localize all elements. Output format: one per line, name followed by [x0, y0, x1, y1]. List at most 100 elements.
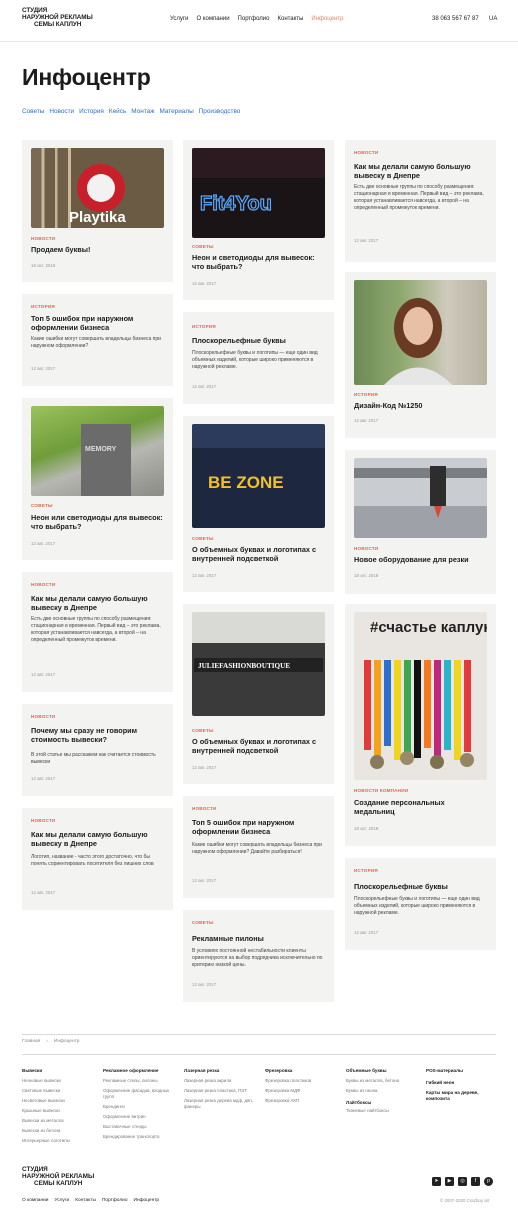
footer-nav-infocenter[interactable]: Инфоцентр [134, 1198, 160, 1203]
tab-advice[interactable]: Советы [22, 108, 44, 115]
footer-link[interactable]: Фрезеровка пластиков [265, 1076, 311, 1086]
footer-divider [22, 1034, 496, 1035]
article-card[interactable]: ИСТОРИЯ Топ 5 ошибок при наружном оформл… [22, 294, 173, 386]
footer-link[interactable]: Световые вывески [22, 1086, 70, 1096]
card-title: Новое оборудование для резки [354, 555, 469, 564]
footer-link[interactable]: Оформление фасадов, входных групп [103, 1086, 177, 1102]
footer-nav-about[interactable]: О компании [22, 1198, 48, 1203]
tab-production[interactable]: Производство [199, 108, 241, 115]
nav-infocenter[interactable]: Инфоцентр [311, 16, 343, 22]
footer-logo[interactable]: СТУДИЯ НАРУЖНОЙ РЕКЛАМЫ СЕМЫ КАПЛУН [22, 1166, 94, 1187]
nav-services[interactable]: Услуги [170, 16, 188, 22]
card-tag: СОВЕТЫ [192, 536, 214, 541]
footer-link[interactable]: Вывески из металла [22, 1116, 70, 1126]
card-date: 12 авг. 2017 [192, 573, 217, 578]
article-card[interactable]: MEMORY СОВЕТЫ Неон или светодиоды для вы… [22, 398, 173, 560]
article-card[interactable]: BE ZONE СОВЕТЫ О объемных буквах и логот… [183, 416, 334, 592]
breadcrumb-current: Инфоцентр [53, 1039, 80, 1044]
instagram-icon[interactable]: ◎ [458, 1177, 467, 1186]
card-title: Плоскорельефные буквы [192, 336, 286, 345]
footer-column-milling: Фрезеровка Фрезеровка пластиков Фрезеров… [265, 1066, 311, 1106]
footer-link[interactable]: Фрезеровка МДФ [265, 1086, 311, 1096]
page-root: СТУДИЯ НАРУЖНОЙ РЕКЛАМЫ СЕМЫ КАПЛУН Услу… [0, 0, 518, 1216]
footer-link[interactable]: Брендинги [103, 1102, 177, 1112]
nav-about[interactable]: О компании [196, 16, 229, 22]
footer-column-heading[interactable]: Вывески [22, 1066, 70, 1076]
footer-link[interactable]: Лазерная резка акрила [184, 1076, 256, 1086]
article-card[interactable]: #счастье каплунов НОВОСТИ КОМПАНИИ Созда… [345, 604, 496, 846]
card-tag: НОВОСТИ [31, 714, 56, 719]
nav-contacts[interactable]: Контакты [277, 16, 303, 22]
tab-installation[interactable]: Монтаж [131, 108, 154, 115]
article-card[interactable]: НОВОСТИ Новое оборудование для резки 18 … [345, 450, 496, 594]
footer-nav: О компании Услуги Контакты Портфолио Инф… [22, 1198, 159, 1203]
article-card[interactable]: Playtika НОВОСТИ Продаем буквы! 18 окт. … [22, 140, 173, 282]
footer-column-pos: POS-материалы Гибкий неон Карты мира на … [426, 1066, 498, 1102]
footer-column-heading[interactable]: Лазерная резка [184, 1066, 256, 1076]
footer-link[interactable]: Неоновые вывески [22, 1076, 70, 1086]
footer-nav-portfolio[interactable]: Портфолио [102, 1198, 128, 1203]
footer-column-heading[interactable]: Объемные буквы [346, 1066, 399, 1076]
card-title: Как мы делали самую большую вывеску в Дн… [31, 594, 148, 612]
card-photo [354, 458, 487, 538]
article-card[interactable]: JULIEFASHIONBOUTIQUE СОВЕТЫ О объемных б… [183, 604, 334, 784]
facebook-icon[interactable]: f [471, 1177, 480, 1186]
nav-portfolio[interactable]: Портфолио [238, 16, 270, 22]
pinterest-icon[interactable]: p [484, 1177, 493, 1186]
footer-link[interactable]: Буквы из металла, бетона [346, 1076, 399, 1086]
article-card[interactable]: ИСТОРИЯ Плоскорельефные буквы Плоскорель… [345, 858, 496, 950]
article-card[interactable]: НОВОСТИ Почему мы сразу не говорим стоим… [22, 704, 173, 796]
card-date: 12 авг. 2017 [31, 890, 56, 895]
footer-link[interactable]: Лазерная резка пластика, ПЭТ [184, 1086, 256, 1096]
article-card[interactable]: Fit4You СОВЕТЫ Неон и светодиоды для выв… [183, 140, 334, 300]
footer-link[interactable]: Фрезеровка АКП [265, 1096, 311, 1106]
card-tag: ИСТОРИЯ [31, 304, 55, 309]
footer-link[interactable]: Вывески из бетона [22, 1126, 70, 1136]
footer-column-heading[interactable]: Фрезеровка [265, 1066, 311, 1076]
cutting-machine-image [354, 466, 487, 538]
footer-link[interactable]: Брендирование транспорта [103, 1132, 177, 1142]
article-card[interactable]: НОВОСТИ Как мы делали самую большую выве… [22, 808, 173, 910]
card-date: 12 авг. 2017 [192, 281, 217, 286]
footer-column-ad-design: Рекламное оформление Рекламные стелы, пи… [103, 1066, 177, 1142]
telegram-icon[interactable]: ➤ [432, 1177, 441, 1186]
card-tag: НОВОСТИ [192, 806, 217, 811]
article-card[interactable]: НОВОСТИ Как мы делали самую большую выве… [22, 572, 173, 692]
phone-number[interactable]: 38 063 567 67 87 [432, 16, 479, 22]
article-card[interactable]: СОВЕТЫ Рекламные пилоны В условиях посто… [183, 910, 334, 1002]
language-switch[interactable]: UA [489, 16, 497, 22]
article-card[interactable]: ИСТОРИЯ Дизайн-Код №1250 12 авг. 2017 [345, 272, 496, 438]
tab-materials[interactable]: Материалы [159, 108, 193, 115]
footer-link[interactable]: Тканевые лайтбоксы [346, 1106, 399, 1116]
site-logo[interactable]: СТУДИЯ НАРУЖНОЙ РЕКЛАМЫ СЕМЫ КАПЛУН [22, 7, 93, 28]
footer-link[interactable]: Интерьерные логотипы [22, 1136, 70, 1146]
card-tag: НОВОСТИ [31, 236, 56, 241]
card-title: Топ 5 ошибок при наружном оформлении биз… [192, 818, 295, 836]
card-tag: СОВЕТЫ [192, 728, 214, 733]
footer-link[interactable]: Гибкий неон [426, 1080, 498, 1086]
footer-column-heading[interactable]: POS-материалы [426, 1066, 498, 1076]
footer-link[interactable]: Крышные вывески [22, 1106, 70, 1116]
footer-link[interactable]: Рекламные стелы, пилоны [103, 1076, 177, 1086]
footer-link[interactable]: Несветовые вывески [22, 1096, 70, 1106]
article-card[interactable]: НОВОСТИ Топ 5 ошибок при наружном оформл… [183, 796, 334, 898]
tab-cases[interactable]: Кейсь [109, 108, 126, 115]
tab-news[interactable]: Новости [49, 108, 74, 115]
youtube-icon[interactable]: ▶ [445, 1177, 454, 1186]
article-card[interactable]: ИСТОРИЯ Плоскорельефные буквы Плоскорель… [183, 312, 334, 404]
footer-link[interactable]: Карты мира на дереве, композита [426, 1090, 498, 1102]
building-sign-image: MEMORY [81, 424, 131, 496]
footer-link[interactable]: Оформление витрин [103, 1112, 177, 1122]
footer-link[interactable]: Буквы из неона [346, 1086, 399, 1096]
footer-link[interactable]: Выставочные стенды [103, 1122, 177, 1132]
footer-nav-contacts[interactable]: Контакты [75, 1198, 96, 1203]
breadcrumb-home[interactable]: Главная [22, 1039, 40, 1044]
footer-nav-services[interactable]: Услуги [54, 1198, 69, 1203]
article-card[interactable]: НОВОСТИ Как мы делали самую большую выве… [345, 140, 496, 262]
page-title: Инфоцентр [22, 64, 151, 90]
boutique-sign-image: JULIEFASHIONBOUTIQUE [194, 658, 323, 672]
footer-column-heading[interactable]: Рекламное оформление [103, 1066, 177, 1076]
card-title: О объемных буквах и логотипах с внутренн… [192, 545, 317, 563]
tab-history[interactable]: История [79, 108, 104, 115]
footer-link[interactable]: Лазерная резка дерева мдф, двп, фанеры [184, 1096, 256, 1112]
